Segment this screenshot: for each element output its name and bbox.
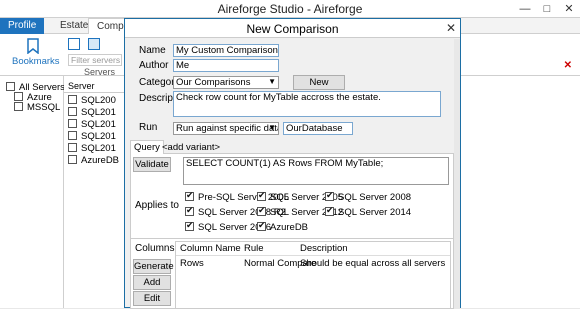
run-dropdown[interactable]: Run against specific database▼ xyxy=(173,122,279,135)
select-all-icon[interactable] xyxy=(68,38,80,50)
grid-header-column[interactable]: Column Name xyxy=(180,243,241,254)
new-comparison-dialog: New Comparison ✕ Name My Custom Comparis… xyxy=(124,18,461,309)
close-icon[interactable]: ✕ xyxy=(446,21,456,35)
checkbox[interactable] xyxy=(257,205,266,216)
server-row[interactable]: AzureDB xyxy=(68,155,119,166)
tab-add-variant[interactable]: <add variant> xyxy=(159,141,223,155)
checkbox[interactable] xyxy=(185,205,194,216)
app-title: Aireforge Studio - Aireforge xyxy=(217,2,363,16)
validate-button[interactable]: Validate xyxy=(133,157,171,172)
generate-button[interactable]: Generate xyxy=(133,259,174,274)
author-label: Author xyxy=(139,60,169,71)
checkbox[interactable] xyxy=(6,82,15,91)
columns-label: Columns xyxy=(135,243,175,254)
grid-cell-description: Should be equal across all servers xyxy=(300,258,446,269)
server-row[interactable]: SQL201 xyxy=(68,143,116,154)
tree-item-mssql[interactable]: MSSQL xyxy=(14,102,60,113)
results-pane: ✕ xyxy=(461,60,580,308)
columns-grid: Column Name Rule Description Rows Normal… xyxy=(175,241,451,309)
grid-header-rule[interactable]: Rule xyxy=(244,243,264,254)
applies-to-label: Applies to xyxy=(135,200,179,211)
database-field[interactable]: OurDatabase xyxy=(283,122,353,135)
edit-button[interactable]: Edit xyxy=(133,291,171,306)
category-dropdown[interactable]: Our Comparisons ▼ xyxy=(173,76,279,89)
checkbox[interactable] xyxy=(325,205,334,216)
checkbox[interactable] xyxy=(14,102,23,111)
description-field[interactable]: Check row count for MyTable accross the … xyxy=(173,91,441,117)
checkbox[interactable] xyxy=(325,190,334,201)
grid-header-description[interactable]: Description xyxy=(300,243,348,254)
tree-label: MSSQL xyxy=(27,102,61,113)
divider xyxy=(130,238,454,239)
server-column-header[interactable]: Server xyxy=(64,81,126,93)
bookmark-icon[interactable] xyxy=(26,38,40,55)
checkbox[interactable] xyxy=(14,92,23,101)
group-tree-pane: All Servers Azure MSSQL xyxy=(0,76,65,308)
select-icon[interactable] xyxy=(88,38,100,50)
chevron-down-icon: ▼ xyxy=(268,123,276,132)
query-editor[interactable]: SELECT COUNT(1) AS Rows FROM MyTable; xyxy=(183,157,449,185)
server-row[interactable]: SQL201 xyxy=(68,119,116,130)
checkbox[interactable] xyxy=(257,190,266,201)
add-button[interactable]: Add xyxy=(133,275,171,290)
minimize-icon[interactable]: — xyxy=(514,0,536,18)
checkbox[interactable] xyxy=(185,190,194,201)
servers-header: Servers xyxy=(84,67,116,77)
server-list-pane: Servers Server SQL200 SQL201 SQL201 SQL2… xyxy=(64,67,126,308)
close-icon[interactable]: ✕ xyxy=(558,0,580,18)
server-row[interactable]: SQL201 xyxy=(68,107,116,118)
server-row[interactable]: SQL200 xyxy=(68,95,116,106)
name-field[interactable]: My Custom Comparison xyxy=(173,44,279,57)
bookmarks-label[interactable]: Bookmarks xyxy=(12,56,60,67)
dialog-title-bar: New Comparison ✕ xyxy=(125,19,460,38)
name-label: Name xyxy=(139,45,166,56)
run-label: Run xyxy=(139,122,158,133)
maximize-icon[interactable]: □ xyxy=(536,0,558,18)
applies-azuredb[interactable]: AzureDB xyxy=(257,220,308,233)
chevron-down-icon: ▼ xyxy=(268,77,276,86)
grid-header-divider xyxy=(176,255,450,256)
grid-cell-column: Rows xyxy=(180,258,204,269)
tab-profile[interactable]: Profile xyxy=(0,18,44,34)
dialog-title: New Comparison xyxy=(246,22,339,36)
close-panel-icon[interactable]: ✕ xyxy=(564,60,572,71)
new-category-button[interactable]: New Category... xyxy=(293,75,345,101)
filter-servers-input[interactable]: Filter servers xyxy=(68,54,122,66)
category-value: Our Comparisons xyxy=(176,77,251,88)
dialog-scrollbar[interactable] xyxy=(454,39,460,309)
applies-2008[interactable]: SQL Server 2008 xyxy=(325,190,411,203)
author-field[interactable]: Me xyxy=(173,59,279,72)
server-row[interactable]: SQL201 xyxy=(68,131,116,142)
table-row[interactable]: Rows Normal Compare Should be equal acro… xyxy=(176,258,450,270)
run-value: Run against specific database xyxy=(176,123,278,134)
applies-2014[interactable]: SQL Server 2014 xyxy=(325,205,411,218)
checkbox[interactable] xyxy=(185,220,194,231)
checkbox[interactable] xyxy=(257,220,266,231)
main-title-bar: Aireforge Studio - Aireforge — □ ✕ xyxy=(0,0,580,18)
